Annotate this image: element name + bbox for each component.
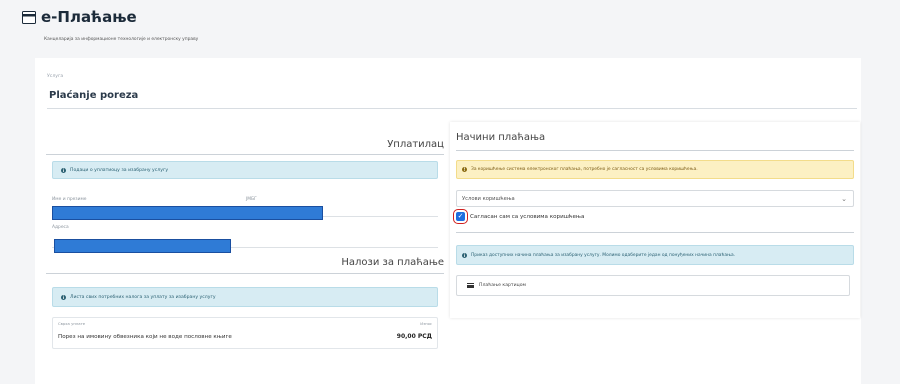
app-subtitle: Канцеларија за информационе технологије … xyxy=(44,37,199,42)
payer-panel: Уплатилац i Подаци о уплатиоцу за изабра… xyxy=(46,124,444,349)
app-title: е-Плаћање xyxy=(41,8,137,26)
warning-icon: ! xyxy=(462,167,467,172)
payer-info-text: Подаци о уплатиоцу за изабрану услугу xyxy=(70,167,169,173)
terms-warning-alert: ! За коришћење система електронског плаћ… xyxy=(456,160,854,179)
page: е-Плаћање Канцеларија за информационе те… xyxy=(0,0,900,384)
address-label: Адреса xyxy=(52,225,69,230)
brand[interactable]: е-Плаћање xyxy=(22,10,137,25)
terms-of-use-dropdown[interactable]: Услови коришћења ⌄ xyxy=(456,190,854,207)
jmbg-label: ЈМБГ xyxy=(246,197,257,202)
card-payment-label: Плаћање картицом xyxy=(479,283,526,288)
orders-info-alert: i Листа свих потребних налога за уплату … xyxy=(52,287,438,307)
payer-heading: Уплатилац xyxy=(387,139,444,150)
agree-label: Сагласан сам са условима коришћења xyxy=(470,213,585,220)
order-amount: 90,00 РСД xyxy=(396,333,432,340)
payment-card-icon xyxy=(22,11,36,24)
payment-order-row[interactable]: Сврха уплате Износ Порез на имовину обве… xyxy=(52,317,438,349)
info-icon: i xyxy=(61,167,66,173)
info-icon: i xyxy=(462,252,467,258)
orders-heading: Налози за плаћање xyxy=(341,257,444,268)
order-purpose-label: Сврха уплате xyxy=(58,321,86,326)
agree-terms[interactable]: ✓ Сагласан сам са условима коришћења xyxy=(453,209,585,224)
divider xyxy=(47,108,857,109)
name-label: Име и презиме xyxy=(52,197,87,202)
breadcrumb[interactable]: Услуга xyxy=(47,74,63,79)
divider xyxy=(456,232,854,233)
credit-card-icon xyxy=(467,283,474,288)
payment-methods-panel: Начини плаћања ! За коришћење система ел… xyxy=(450,122,860,318)
card-payment-button[interactable]: Плаћање картицом xyxy=(456,275,850,296)
order-description: Порез на имовину обвезника који не воде … xyxy=(58,334,232,340)
redacted-address xyxy=(54,239,231,253)
methods-info-text: Приказ доступних начина плаћања за изабр… xyxy=(471,252,736,258)
terms-of-use-value: Услови коришћења xyxy=(462,195,515,202)
divider xyxy=(46,273,444,274)
order-amount-label: Износ xyxy=(420,321,432,326)
orders-info-text: Листа свих потребних налога за уплату за… xyxy=(70,294,216,300)
agree-checkbox[interactable]: ✓ xyxy=(453,209,468,224)
terms-warning-text: За коришћење система електронског плаћањ… xyxy=(471,167,698,172)
methods-info-alert: i Приказ доступних начина плаћања за иза… xyxy=(456,245,854,265)
payment-methods-heading: Начини плаћања xyxy=(456,132,546,143)
divider xyxy=(46,154,444,155)
info-icon: i xyxy=(61,294,66,300)
chevron-down-icon: ⌄ xyxy=(841,195,847,203)
divider xyxy=(456,150,854,151)
page-title: Plaćanje poreza xyxy=(49,90,139,101)
redacted-name-jmbg xyxy=(52,206,323,220)
payer-info-alert: i Подаци о уплатиоцу за изабрану услугу xyxy=(52,161,438,179)
